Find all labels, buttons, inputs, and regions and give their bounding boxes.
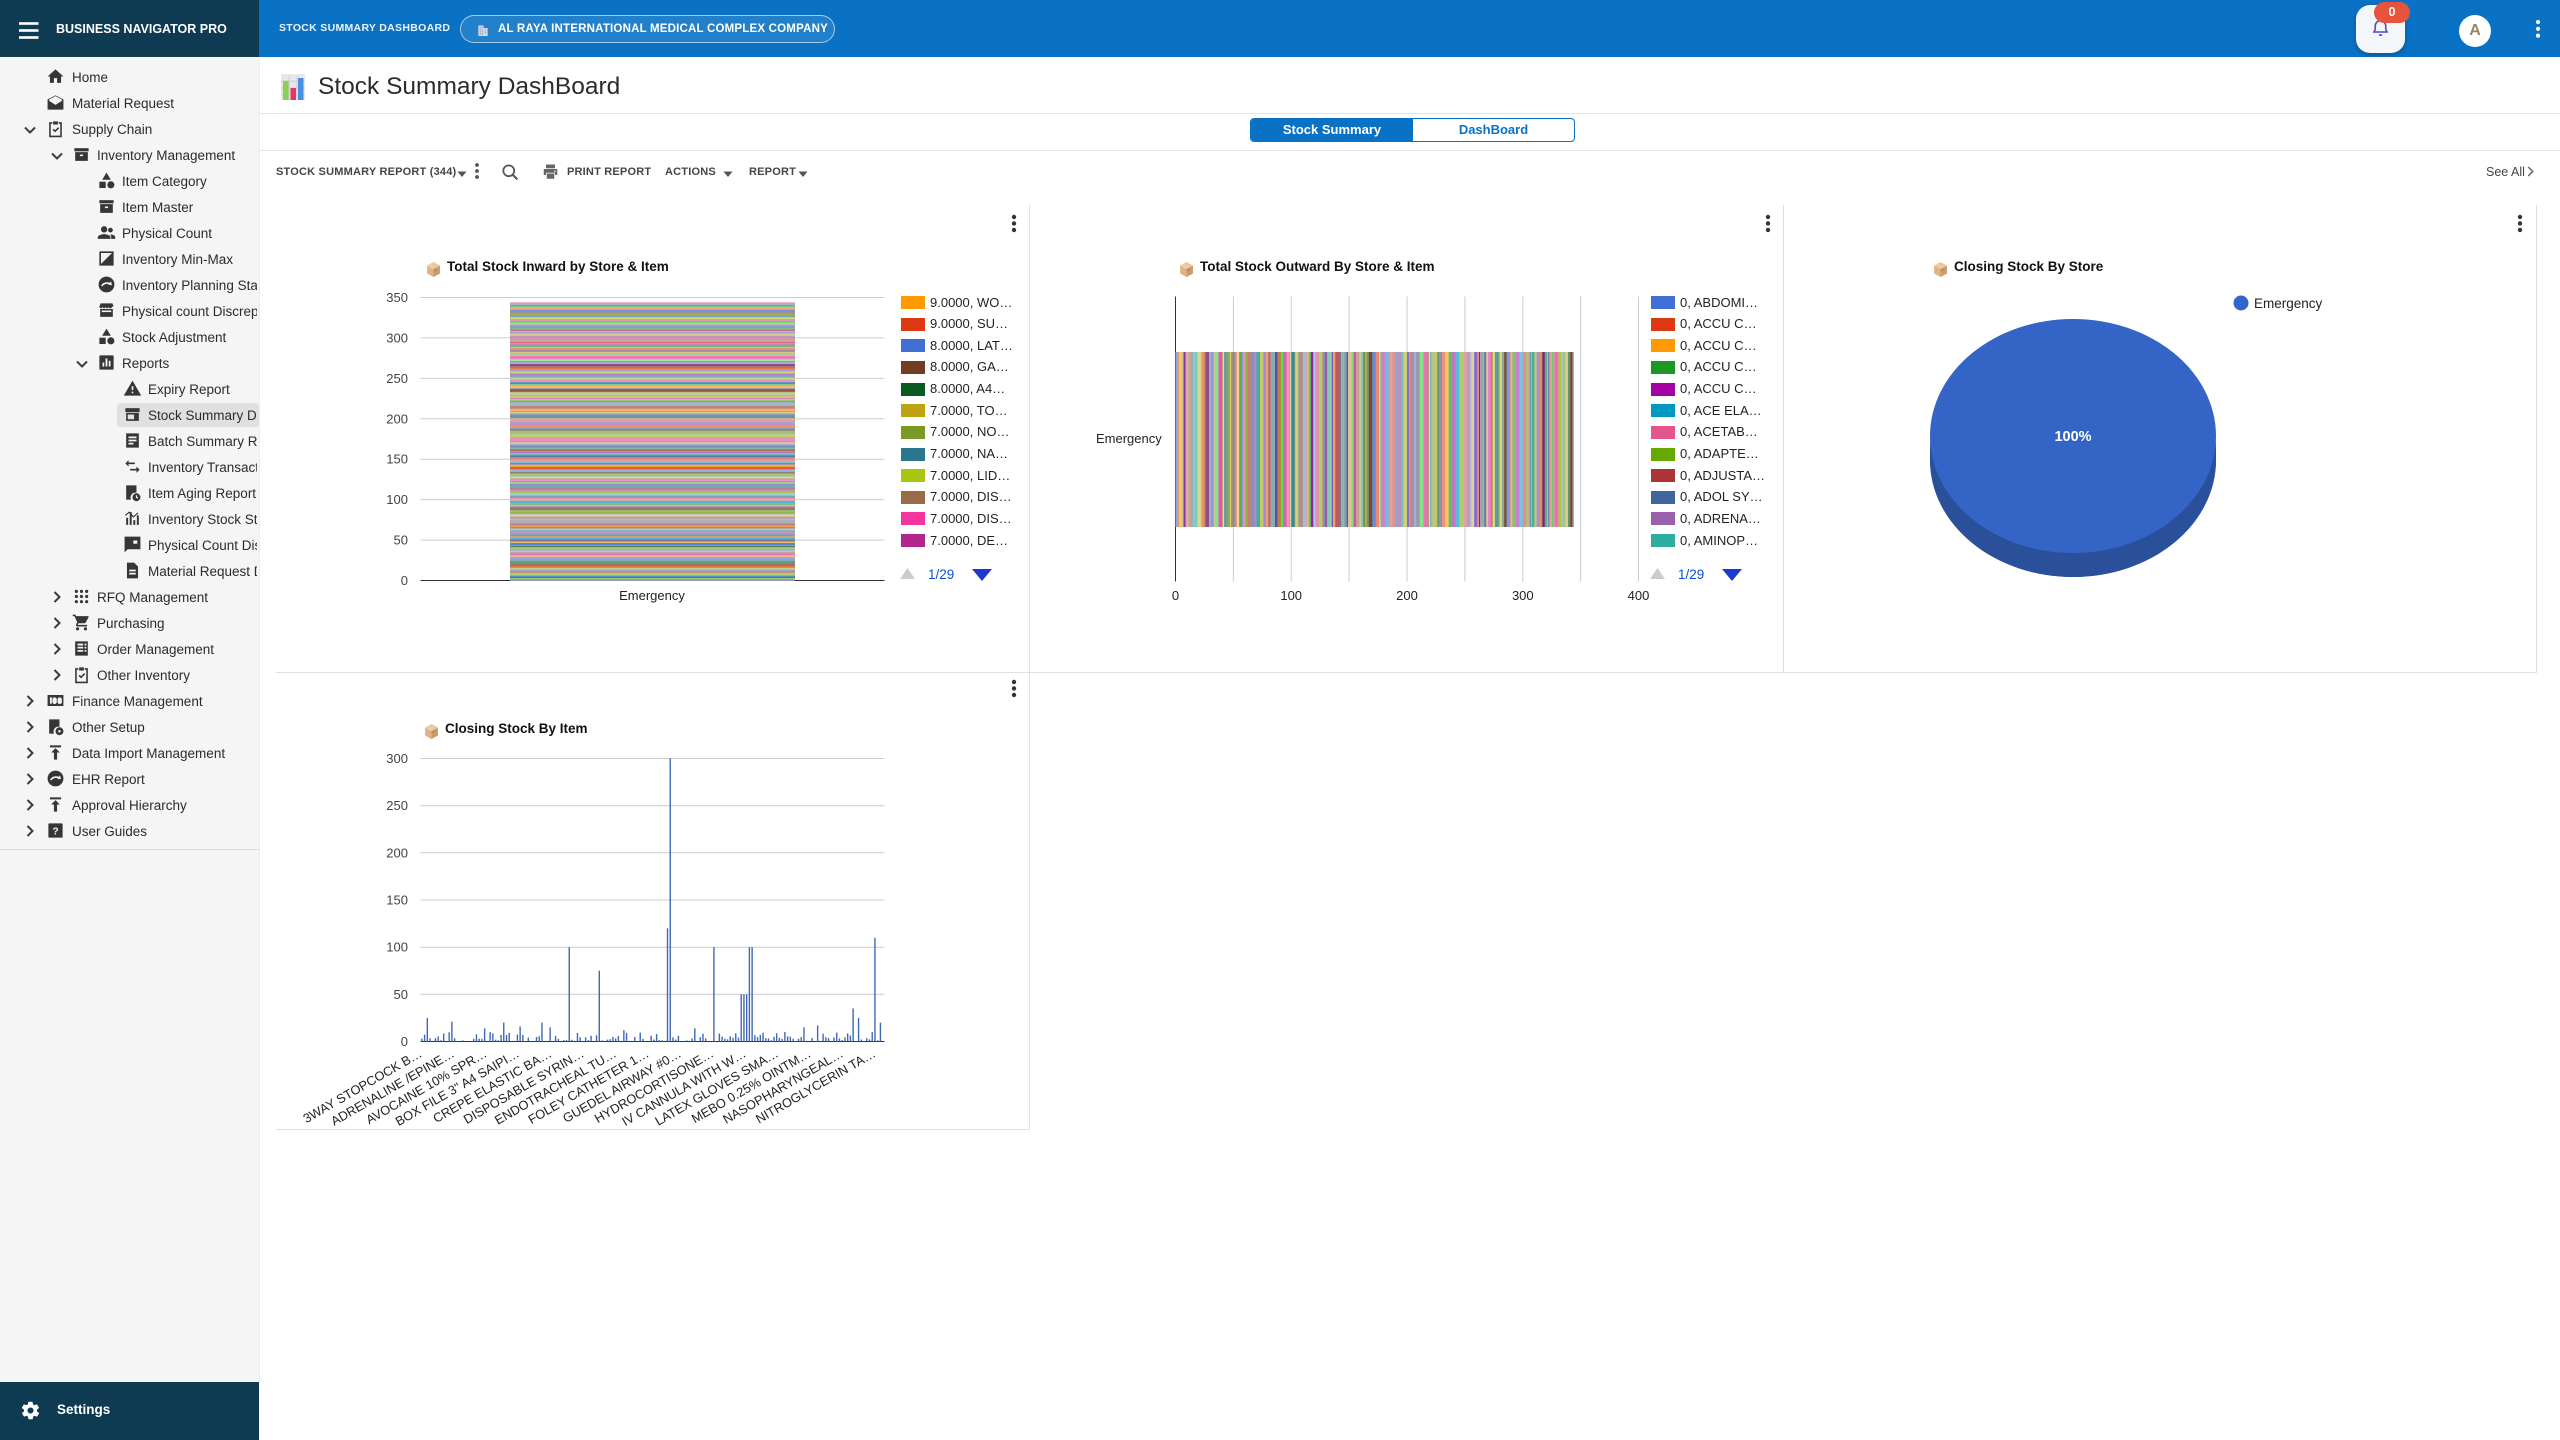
svg-text:50: 50 bbox=[394, 533, 408, 548]
svg-text:300: 300 bbox=[386, 751, 408, 766]
svg-text:150: 150 bbox=[386, 893, 408, 908]
svg-text:350: 350 bbox=[386, 290, 408, 305]
svg-text:1/29: 1/29 bbox=[1678, 567, 1704, 582]
svg-text:400: 400 bbox=[1628, 588, 1650, 603]
svg-text:1/29: 1/29 bbox=[928, 567, 954, 582]
svg-text:0: 0 bbox=[1172, 588, 1179, 603]
svg-text:200: 200 bbox=[1396, 588, 1418, 603]
svg-text:100%: 100% bbox=[2054, 429, 2091, 445]
svg-text:100: 100 bbox=[386, 940, 408, 955]
svg-text:300: 300 bbox=[386, 330, 408, 345]
svg-text:50: 50 bbox=[394, 987, 408, 1002]
svg-text:150: 150 bbox=[386, 452, 408, 467]
svg-text:250: 250 bbox=[386, 798, 408, 813]
svg-text:Emergency: Emergency bbox=[2254, 296, 2323, 311]
svg-text:200: 200 bbox=[386, 845, 408, 860]
svg-text:250: 250 bbox=[386, 371, 408, 386]
svg-text:200: 200 bbox=[386, 411, 408, 426]
svg-text:Emergency: Emergency bbox=[619, 588, 685, 603]
svg-text:0: 0 bbox=[401, 1034, 408, 1049]
svg-text:300: 300 bbox=[1512, 588, 1534, 603]
svg-text:100: 100 bbox=[1280, 588, 1302, 603]
svg-text:?: ? bbox=[52, 826, 58, 837]
svg-text:0: 0 bbox=[401, 573, 408, 588]
svg-text:100: 100 bbox=[386, 492, 408, 507]
